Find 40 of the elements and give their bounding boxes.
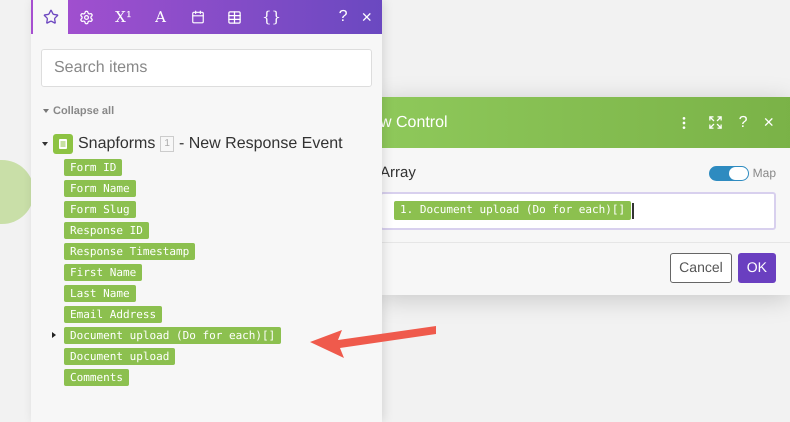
caret-icon[interactable] (42, 140, 48, 146)
calendar-icon (190, 10, 204, 24)
table-icon (227, 10, 242, 24)
app-name: Snapforms (78, 134, 156, 154)
array-input-field[interactable]: 1. Document upload (Do for each)[] (380, 192, 776, 230)
module-title: - New Response Event (178, 134, 343, 154)
map-label: Map (752, 165, 776, 182)
help-button[interactable]: ? (338, 5, 348, 29)
caret-icon[interactable] (51, 332, 57, 338)
data-item-token[interactable]: Response Timestamp (64, 242, 196, 260)
close-button[interactable]: × (361, 4, 372, 30)
panel-tab[interactable] (31, 0, 68, 34)
caret-icon (43, 108, 49, 114)
settings-icon (79, 10, 94, 24)
star-icon (42, 9, 58, 25)
ok-button[interactable]: OK (738, 252, 776, 282)
data-item-token[interactable]: Email Address (64, 306, 162, 322)
close-button[interactable]: × (763, 109, 774, 136)
data-item-token[interactable]: Form Name (64, 180, 136, 196)
module-number-badge: 1 (160, 136, 174, 152)
text-cursor-icon (632, 202, 634, 218)
search-field[interactable]: Search items (41, 49, 372, 87)
data-item-token[interactable]: Comments (64, 368, 129, 386)
panel-tab[interactable]: A (142, 0, 179, 34)
data-item-token[interactable]: Response ID (64, 222, 149, 238)
field-label: Array (380, 163, 416, 183)
data-item-token[interactable]: Form Slug (64, 200, 136, 218)
map-toggle[interactable] (708, 166, 749, 181)
panel-tab[interactable]: X¹ (105, 0, 142, 34)
panel-tab[interactable]: {} (253, 0, 290, 34)
data-item-token[interactable]: First Name (64, 264, 142, 280)
data-item-token[interactable]: Form ID (64, 158, 122, 176)
help-button[interactable]: ? (738, 110, 748, 134)
data-item-token[interactable]: Document upload (Do for each)[] (64, 326, 282, 344)
data-item-token[interactable]: Last Name (64, 284, 136, 302)
form-app-icon (53, 134, 73, 154)
cancel-button[interactable]: Cancel (670, 252, 732, 282)
collapse-all-link[interactable]: Collapse all (53, 103, 114, 120)
data-item-token[interactable]: Document upload (64, 348, 176, 364)
mapped-value-token: 1. Document upload (Do for each)[] (394, 201, 632, 220)
